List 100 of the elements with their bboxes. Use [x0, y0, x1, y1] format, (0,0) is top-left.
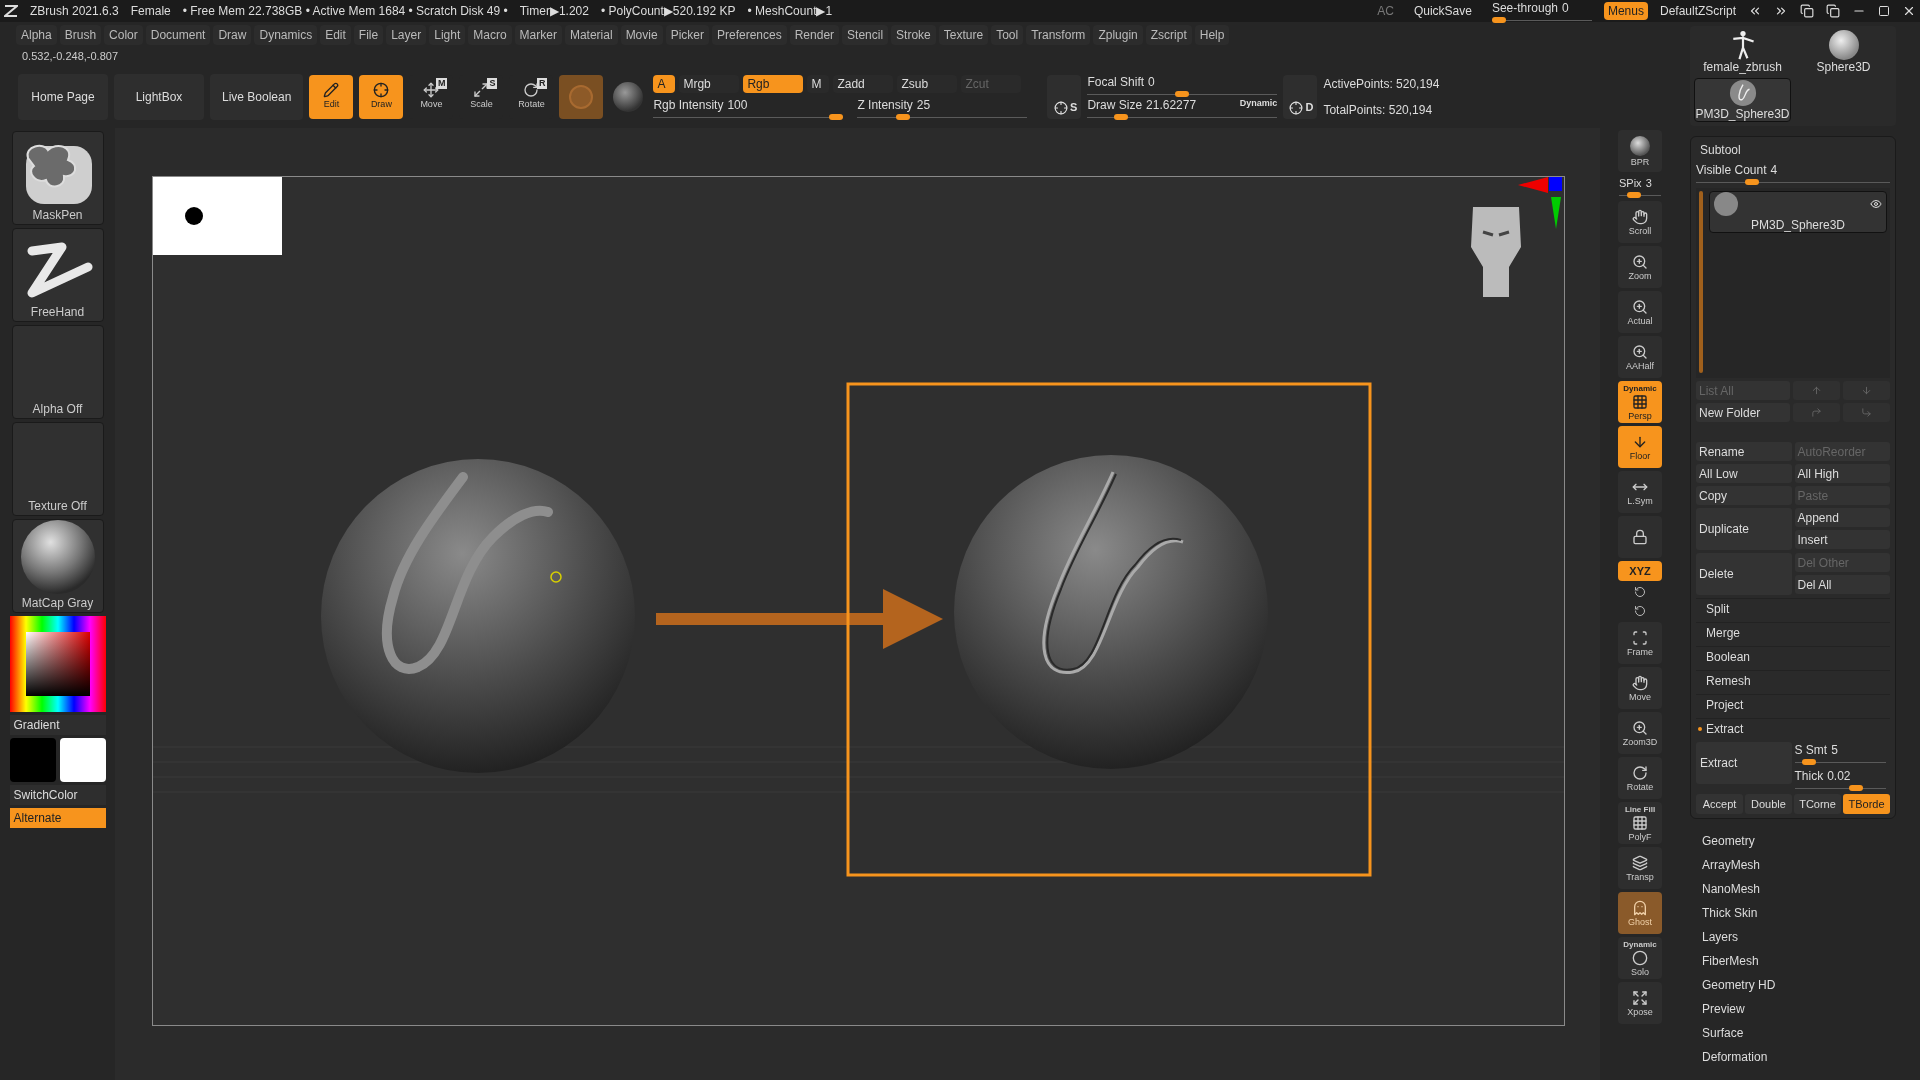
slider-thumb[interactable] — [1802, 759, 1817, 765]
menu-item[interactable]: Stroke — [891, 25, 936, 45]
quicksave-button[interactable]: QuickSave — [1405, 2, 1480, 20]
menu-item[interactable]: Dynamics — [254, 25, 318, 45]
menu-item[interactable]: Marker — [514, 25, 562, 45]
section-header[interactable]: Split — [1696, 598, 1890, 619]
rotate-axis-icon[interactable] — [1634, 605, 1646, 617]
menu-item[interactable]: Light — [429, 25, 466, 45]
menu-item[interactable]: Color — [104, 25, 143, 45]
slider-thumb[interactable] — [829, 113, 844, 120]
color-swatch[interactable] — [9, 738, 56, 782]
viewport[interactable] — [115, 128, 1600, 1080]
layout-icon[interactable] — [1826, 4, 1840, 18]
visibility-icon[interactable] — [1870, 198, 1882, 210]
menu-item[interactable]: Draw — [213, 25, 252, 45]
viewport-tool-button[interactable]: BPR — [1618, 130, 1662, 172]
panel-button[interactable]: Duplicate — [1696, 508, 1792, 550]
viewport-tool-button[interactable]: Dynamic Persp — [1618, 381, 1662, 423]
color-swatch[interactable] — [59, 738, 106, 782]
slider-thumb[interactable] — [1175, 91, 1190, 97]
panel-button[interactable]: New Folder — [1696, 403, 1790, 422]
viewport-tool-button[interactable]: Zoom — [1618, 246, 1662, 288]
shelf-tile[interactable]: MatCap Gray — [11, 519, 104, 613]
shelf-button[interactable]: Live Boolean — [210, 74, 304, 120]
tool-menu-item[interactable]: Thick Skin — [1702, 901, 1896, 925]
viewport-tool-button[interactable]: AAHalf — [1618, 336, 1662, 378]
rotate-axis-icon[interactable] — [1634, 586, 1646, 598]
viewport-tool-button[interactable]: Frame — [1618, 622, 1662, 664]
viewport-tool-button[interactable] — [1618, 516, 1662, 558]
menu-item[interactable]: Stencil — [842, 25, 889, 45]
section-header[interactable]: Merge — [1696, 622, 1890, 643]
menu-item[interactable]: Zscript — [1145, 25, 1192, 45]
switch-color-button[interactable]: SwitchColor — [9, 785, 106, 805]
slider-track[interactable] — [1491, 16, 1592, 23]
color-picker[interactable] — [9, 616, 106, 712]
material-icon[interactable] — [559, 75, 604, 119]
slider-track[interactable] — [1794, 785, 1886, 791]
panel-button[interactable]: Delete — [1696, 553, 1792, 595]
tool-button[interactable]: Edit — [309, 75, 354, 119]
shrink-icon[interactable] — [1748, 4, 1762, 18]
tool-menu-item[interactable]: Geometry — [1702, 829, 1896, 853]
menu-item[interactable]: Brush — [59, 25, 102, 45]
layout-icon[interactable] — [1800, 4, 1814, 18]
panel-button[interactable]: All High — [1794, 464, 1890, 483]
viewport-tool-button[interactable]: Rotate — [1618, 757, 1662, 799]
menu-item[interactable]: Zplugin — [1093, 25, 1143, 45]
shelf-tile[interactable]: Alpha Off — [11, 325, 104, 419]
subtool-item[interactable]: PM3D_Sphere3D — [1709, 191, 1887, 233]
viewport-tool-button[interactable]: Dynamic Solo — [1618, 937, 1662, 979]
slider-thumb[interactable] — [1848, 785, 1863, 791]
menu-item[interactable]: Picker — [665, 25, 709, 45]
tool-menu-item[interactable]: ArrayMesh — [1702, 853, 1896, 877]
tool-menu-item[interactable]: Layers — [1702, 925, 1896, 949]
shelf-button[interactable]: LightBox — [114, 74, 204, 120]
viewport-tool-button[interactable]: Scroll — [1618, 201, 1662, 243]
tool-menu-item[interactable]: Preview — [1702, 997, 1896, 1021]
list-scrollbar[interactable] — [1699, 191, 1703, 373]
tool-menu-item[interactable]: Geometry HD — [1702, 973, 1896, 997]
viewport-tool-button[interactable]: Xpose — [1618, 982, 1662, 1024]
viewport-tool-button[interactable]: L.Sym — [1618, 471, 1662, 513]
extract-option-button[interactable]: TBorde — [1843, 794, 1890, 814]
slider-track[interactable] — [653, 113, 844, 120]
slider-track[interactable] — [1087, 91, 1278, 97]
alternate-button[interactable]: Alternate — [9, 808, 106, 828]
menu-item[interactable]: Movie — [620, 25, 663, 45]
slider-track[interactable] — [1696, 179, 1890, 185]
panel-button[interactable]: All Low — [1696, 464, 1792, 483]
focal-shift-button[interactable]: S — [1047, 75, 1082, 119]
shelf-tile[interactable]: Texture Off — [11, 422, 104, 516]
section-header[interactable]: Project — [1696, 694, 1890, 715]
section-header[interactable]: Extract — [1696, 718, 1890, 739]
viewport-tool-button[interactable]: Move — [1618, 667, 1662, 709]
channel-toggle[interactable]: Rgb — [743, 74, 804, 93]
tool-button[interactable]: Draw — [359, 75, 404, 119]
tool-menu-item[interactable]: NanoMesh — [1702, 877, 1896, 901]
section-header[interactable]: Boolean — [1696, 646, 1890, 667]
slider-thumb[interactable] — [1744, 179, 1759, 185]
panel-button[interactable]: Append — [1794, 508, 1890, 527]
section-header[interactable]: Remesh — [1696, 670, 1890, 691]
gradient-button[interactable]: Gradient — [9, 715, 106, 735]
menu-item[interactable]: Material — [564, 25, 618, 45]
menu-item[interactable]: Document — [145, 25, 211, 45]
viewport-tool-button[interactable]: Zoom3D — [1618, 712, 1662, 754]
menu-item[interactable]: Preferences — [712, 25, 787, 45]
tool-thumbnail[interactable]: PM3D_Sphere3D — [1694, 78, 1791, 122]
draw-size-button[interactable]: D — [1283, 75, 1318, 119]
menu-item[interactable]: Render — [789, 25, 840, 45]
menu-item[interactable]: Layer — [386, 25, 427, 45]
channel-toggle[interactable]: Zadd — [833, 74, 894, 93]
menus-toggle[interactable]: Menus — [1603, 2, 1648, 20]
viewport-tool-button[interactable]: Floor — [1618, 426, 1662, 468]
tool-thumbnail[interactable]: female_zbrush — [1694, 30, 1791, 74]
channel-toggle[interactable]: Mrgb — [679, 74, 740, 93]
extract-option-button[interactable]: Double — [1745, 794, 1792, 814]
xyz-button[interactable]: XYZ — [1618, 561, 1662, 581]
panel-button[interactable]: Copy — [1696, 486, 1792, 505]
menu-item[interactable]: Alpha — [16, 25, 57, 45]
tool-menu-item[interactable]: Deformation — [1702, 1045, 1896, 1069]
menu-item[interactable]: File — [353, 25, 384, 45]
tool-menu-item[interactable]: Surface — [1702, 1021, 1896, 1045]
